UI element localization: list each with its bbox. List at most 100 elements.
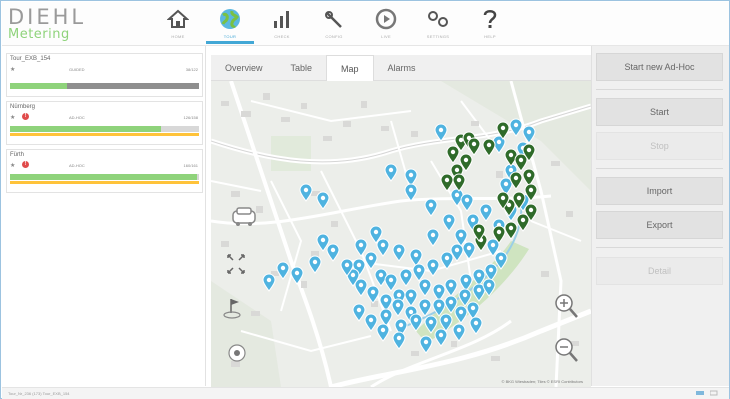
marker-dot bbox=[450, 149, 456, 155]
detail-button[interactable]: Detail bbox=[596, 257, 723, 285]
marker-dot bbox=[380, 327, 386, 333]
marker-dot bbox=[380, 242, 386, 248]
marker-dot bbox=[490, 242, 496, 248]
marker-dot bbox=[448, 282, 454, 288]
marker-dot bbox=[430, 262, 436, 268]
nav-live[interactable]: LIVE bbox=[360, 2, 412, 46]
network-icon bbox=[696, 391, 704, 395]
nav-label: HOME bbox=[171, 34, 185, 39]
marker-dot bbox=[520, 217, 526, 223]
nav-label: CHECK bbox=[274, 34, 290, 39]
nav-label: SETTINGS bbox=[426, 34, 450, 39]
locate-me-icon[interactable] bbox=[228, 344, 246, 362]
marker-dot bbox=[403, 272, 409, 278]
tab-alarms[interactable]: Alarms bbox=[374, 55, 430, 81]
home-icon bbox=[164, 7, 192, 31]
car-icon[interactable] bbox=[232, 207, 256, 226]
active-indicator bbox=[206, 41, 254, 44]
tour-card[interactable]: Fürth ★ ! AD-HOC 160/161 bbox=[6, 149, 203, 193]
marker-dot bbox=[280, 265, 286, 271]
tab-map[interactable]: Map bbox=[326, 55, 374, 81]
tour-alarm-bar bbox=[10, 181, 199, 184]
tour-count: 126/158 bbox=[183, 115, 198, 120]
marker-dot bbox=[408, 309, 414, 315]
marker-dot bbox=[454, 192, 460, 198]
marker-dot bbox=[438, 332, 444, 338]
marker-dot bbox=[383, 312, 389, 318]
marker-dot bbox=[446, 217, 452, 223]
nav-label: TOUR bbox=[223, 34, 237, 39]
nav-label: HELP bbox=[484, 34, 496, 39]
nav-tour[interactable]: TOUR bbox=[204, 2, 256, 46]
start-button[interactable]: Start bbox=[596, 98, 723, 126]
marker-dot bbox=[473, 320, 479, 326]
marker-dot bbox=[508, 225, 514, 231]
status-text: Tour_Nr_236 (173) Tour_EXB_154 bbox=[8, 391, 70, 396]
marker-dot bbox=[436, 302, 442, 308]
marker-dot bbox=[463, 157, 469, 163]
marker-dot bbox=[413, 252, 419, 258]
marker-dot bbox=[454, 167, 460, 173]
start-new-adhoc-button[interactable]: Start new Ad-Hoc bbox=[596, 53, 723, 81]
view-tabs: Overview Table Map Alarms bbox=[211, 55, 591, 81]
wrench-icon bbox=[320, 7, 348, 31]
marker-dot bbox=[312, 259, 318, 265]
marker-dot bbox=[330, 247, 336, 253]
marker-dot bbox=[430, 232, 436, 238]
divider bbox=[596, 89, 723, 90]
nav-home[interactable]: HOME bbox=[152, 2, 204, 46]
marker-dot bbox=[396, 247, 402, 253]
marker-dot bbox=[378, 272, 384, 278]
marker-dot bbox=[470, 217, 476, 223]
marker-dot bbox=[388, 277, 394, 283]
map-view[interactable]: © BKG Wiesbaden; Tiles © ESRI Contributo… bbox=[211, 81, 591, 387]
marker-dot bbox=[398, 322, 404, 328]
import-button[interactable]: Import bbox=[596, 177, 723, 205]
marker-dot bbox=[422, 302, 428, 308]
map-canvas[interactable] bbox=[211, 81, 591, 387]
tab-table[interactable]: Table bbox=[277, 55, 327, 81]
star-icon[interactable]: ★ bbox=[10, 162, 15, 169]
marker-dot bbox=[370, 289, 376, 295]
battery-icon bbox=[710, 390, 718, 396]
marker-dot bbox=[463, 277, 469, 283]
marker-dot bbox=[471, 141, 477, 147]
star-icon[interactable]: ★ bbox=[10, 66, 15, 73]
stop-button[interactable]: Stop bbox=[596, 132, 723, 160]
diehl-logo: DIEHL Metering bbox=[8, 6, 86, 42]
star-icon[interactable]: ★ bbox=[10, 114, 15, 121]
nav-help[interactable]: HELP bbox=[464, 2, 516, 46]
tour-card[interactable]: Nürnberg ★ ! AD-HOC 126/158 bbox=[6, 101, 203, 145]
tour-card[interactable]: Tour_EXB_154 ★ GUIDED 38/122 bbox=[6, 53, 203, 97]
nav-check[interactable]: CHECK bbox=[256, 2, 308, 46]
nav-label: LIVE bbox=[381, 34, 391, 39]
marker-dot bbox=[516, 195, 522, 201]
marker-dot bbox=[483, 207, 489, 213]
main-navigation: HOME TOUR CHECK CONFIG LIVE SETTINGS HEL… bbox=[152, 2, 516, 46]
tour-alarm-bar bbox=[10, 133, 199, 136]
marker-dot bbox=[368, 255, 374, 261]
marker-dot bbox=[454, 247, 460, 253]
tour-title: Nürnberg bbox=[10, 104, 36, 110]
marker-dot bbox=[508, 152, 514, 158]
marker-dot bbox=[476, 272, 482, 278]
marker-dot bbox=[408, 187, 414, 193]
marker-dot bbox=[444, 255, 450, 261]
logo-sub-text: Metering bbox=[8, 27, 70, 42]
marker-dot bbox=[456, 327, 462, 333]
marker-dot bbox=[395, 302, 401, 308]
tab-overview[interactable]: Overview bbox=[211, 55, 277, 81]
marker-dot bbox=[518, 157, 524, 163]
action-panel: Start new Ad-Hoc Start Stop Import Expor… bbox=[591, 46, 729, 386]
marker-dot bbox=[344, 262, 350, 268]
marker-dot bbox=[303, 187, 309, 193]
marker-dot bbox=[408, 292, 414, 298]
nav-settings[interactable]: SETTINGS bbox=[412, 2, 464, 46]
marker-dot bbox=[368, 317, 374, 323]
map-attribution: © BKG Wiesbaden; Tiles © ESRI Contributo… bbox=[501, 379, 583, 384]
marker-dot bbox=[383, 297, 389, 303]
export-button[interactable]: Export bbox=[596, 211, 723, 239]
marker-dot bbox=[508, 167, 514, 173]
nav-config[interactable]: CONFIG bbox=[308, 2, 360, 46]
marker-dot bbox=[526, 129, 532, 135]
